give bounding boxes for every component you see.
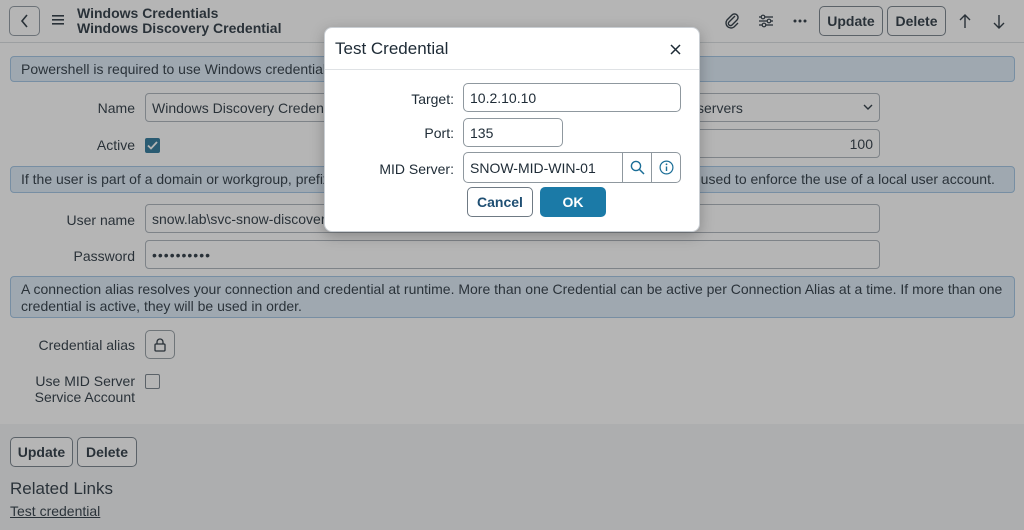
info-icon <box>658 160 674 175</box>
mid-server-label: MID Server: <box>379 161 454 177</box>
mid-server-info-button[interactable] <box>651 152 681 183</box>
cancel-button[interactable]: Cancel <box>467 187 533 217</box>
dialog-divider <box>325 69 699 70</box>
dialog-close-button[interactable] <box>666 40 684 58</box>
ok-button[interactable]: OK <box>540 187 606 217</box>
test-credential-dialog: Test Credential Target: 10.2.10.10 Port:… <box>324 27 700 232</box>
target-input[interactable]: 10.2.10.10 <box>463 83 681 112</box>
port-input[interactable]: 135 <box>463 118 563 147</box>
close-icon <box>669 43 681 55</box>
target-label: Target: <box>411 91 454 107</box>
dialog-title: Test Credential <box>335 39 449 58</box>
mid-server-input[interactable]: SNOW-MID-WIN-01 <box>463 152 623 183</box>
page: Windows Credentials Windows Discovery Cr… <box>0 0 1024 530</box>
mid-server-lookup-button[interactable] <box>622 152 652 183</box>
search-icon <box>630 160 645 175</box>
port-label: Port: <box>424 125 454 141</box>
